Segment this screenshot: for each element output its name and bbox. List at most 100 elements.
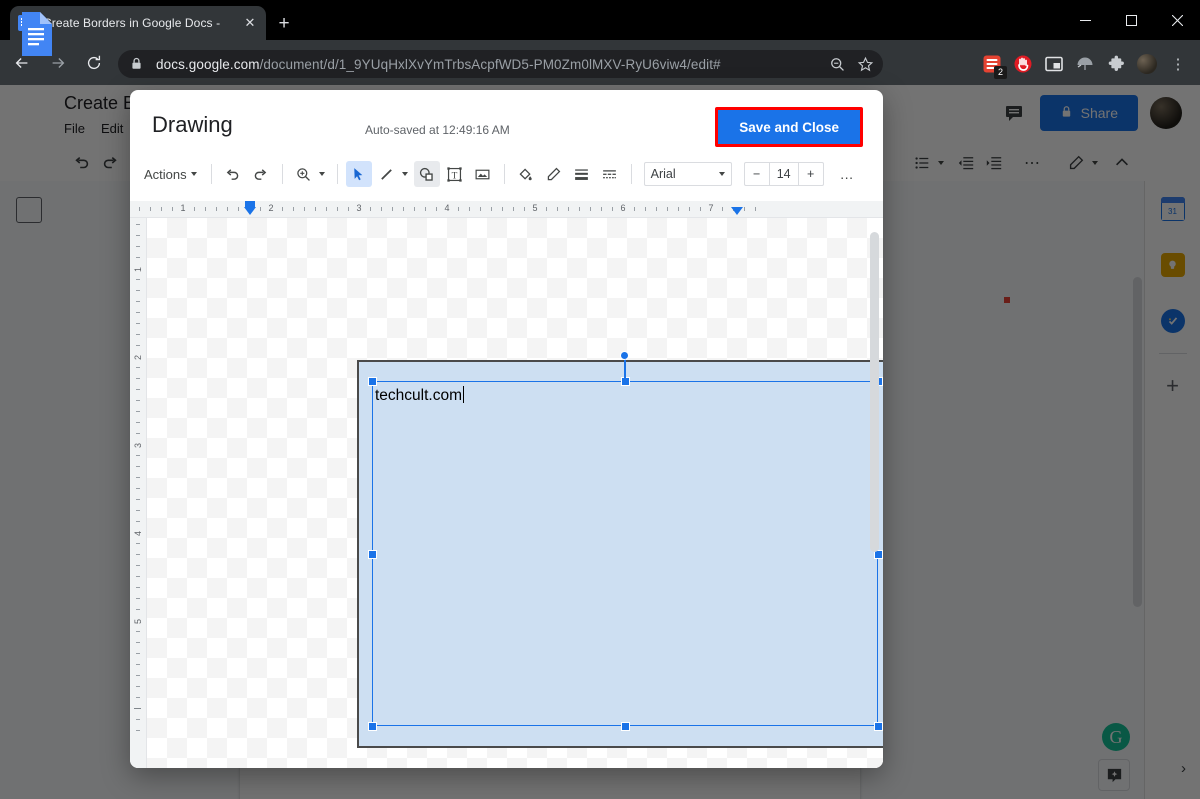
screen: Create B File Edit Share: [0, 0, 1200, 799]
left-indent-marker[interactable]: [244, 207, 256, 215]
svg-text:T: T: [452, 171, 458, 181]
actions-menu[interactable]: Actions: [138, 167, 203, 182]
ruler-label: 5: [133, 619, 143, 624]
chevron-down-icon[interactable]: [402, 172, 408, 176]
ruler-tick: [136, 675, 140, 676]
ruler-tick: [260, 207, 261, 211]
extensions-puzzle-icon[interactable]: [1102, 50, 1130, 78]
ruler-label: 4: [444, 203, 449, 213]
profile-avatar[interactable]: [1133, 50, 1161, 78]
star-icon[interactable]: [851, 50, 879, 78]
resize-handle-top-left[interactable]: [368, 377, 377, 386]
ruler-tick: [136, 246, 140, 247]
ruler-tick: [136, 609, 140, 610]
text-box-icon[interactable]: T: [442, 161, 468, 187]
resize-handle-bottom-left[interactable]: [368, 722, 377, 731]
increase-font-size-button[interactable]: +: [799, 163, 823, 185]
ruler-tick: [381, 207, 382, 211]
extension-bar: 2 ⋮: [978, 50, 1192, 78]
horizontal-ruler[interactable]: 1234567: [130, 201, 883, 218]
ruler-tick: [425, 207, 426, 211]
ruler-tick: [568, 207, 569, 211]
ruler-label: 2: [268, 203, 273, 213]
font-size-value[interactable]: 14: [769, 163, 799, 185]
resize-handle-bottom-center[interactable]: [621, 722, 630, 731]
ruler-tick: [216, 207, 217, 211]
actions-label: Actions: [144, 167, 187, 182]
line-weight-icon[interactable]: [569, 161, 595, 187]
ruler-tick: [601, 207, 602, 211]
url-path: /document/d/1_9YUqHxlXvYmTrbsAcpfWD5-PM0…: [260, 57, 721, 72]
maximize-button[interactable]: [1108, 0, 1154, 40]
todoist-extension[interactable]: 2: [978, 50, 1006, 78]
drawing-canvas[interactable]: techcult.com: [147, 218, 883, 768]
chevron-down-icon[interactable]: [319, 172, 325, 176]
ruler-tick: [139, 207, 140, 211]
ruler-tick: [136, 235, 140, 236]
ruler-tick: [136, 664, 140, 665]
minimize-button[interactable]: [1062, 0, 1108, 40]
picture-in-picture-extension[interactable]: [1040, 50, 1068, 78]
adblock-extension[interactable]: [1009, 50, 1037, 78]
shape-icon[interactable]: [414, 161, 440, 187]
rotation-handle[interactable]: [620, 351, 629, 360]
ruler-tick: [161, 207, 162, 211]
redo-icon[interactable]: [248, 161, 274, 187]
ruler-tick: [136, 466, 140, 467]
right-indent-marker[interactable]: [731, 207, 743, 215]
ruler-label: 7: [708, 203, 713, 213]
ruler-tick: [136, 730, 140, 731]
line-color-icon[interactable]: [541, 161, 567, 187]
close-button[interactable]: [1154, 0, 1200, 40]
vertical-ruler[interactable]: 12345: [130, 218, 147, 768]
resize-handle-middle-left[interactable]: [368, 550, 377, 559]
ruler-tick: [293, 207, 294, 211]
ruler-tick: [282, 207, 283, 211]
ruler-tick: [227, 207, 228, 211]
more-options-icon[interactable]: …: [834, 161, 860, 187]
undo-icon[interactable]: [220, 161, 246, 187]
ruler-tick: [579, 207, 580, 211]
line-dash-icon[interactable]: [597, 161, 623, 187]
selection-frame[interactable]: [372, 381, 878, 726]
reload-button[interactable]: [80, 49, 108, 77]
decrease-font-size-button[interactable]: −: [745, 163, 769, 185]
ruler-label: 6: [620, 203, 625, 213]
weather-extension[interactable]: [1071, 50, 1099, 78]
browser-menu-button[interactable]: ⋮: [1164, 50, 1192, 78]
ruler-tick: [136, 411, 140, 412]
canvas-scrollbar[interactable]: [870, 232, 879, 552]
line-icon[interactable]: [374, 161, 400, 187]
ruler-tick: [136, 719, 140, 720]
font-size-stepper: − 14 +: [744, 162, 824, 186]
ruler-tick: [136, 686, 140, 687]
lock-icon: [130, 57, 144, 71]
ruler-tick: [513, 207, 514, 211]
close-icon[interactable]: ✕: [242, 15, 258, 31]
search-icon[interactable]: [823, 50, 851, 78]
new-tab-button[interactable]: +: [272, 12, 296, 36]
font-family-value: Arial: [651, 167, 676, 181]
zoom-icon[interactable]: [291, 161, 317, 187]
select-icon[interactable]: [346, 161, 372, 187]
ruler-tick: [392, 207, 393, 211]
image-icon[interactable]: [470, 161, 496, 187]
save-and-close-button[interactable]: Save and Close: [718, 110, 860, 144]
address-bar[interactable]: docs.google.com/document/d/1_9YUqHxlXvYm…: [118, 50, 883, 78]
font-family-select[interactable]: Arial: [644, 162, 732, 186]
ruler-tick: [656, 207, 657, 211]
ruler-tick: [370, 207, 371, 211]
ruler-tick: [136, 290, 140, 291]
fill-color-icon[interactable]: [513, 161, 539, 187]
autosave-status: Auto-saved at 12:49:16 AM: [365, 123, 510, 137]
ruler-tick: [502, 207, 503, 211]
ruler-tick: [136, 334, 140, 335]
ruler-tick: [205, 207, 206, 211]
toolbar-divider: [337, 164, 338, 184]
ruler-tick: [136, 554, 140, 555]
ruler-tick: [645, 207, 646, 211]
resize-handle-bottom-right[interactable]: [874, 722, 883, 731]
first-line-indent-marker[interactable]: [245, 201, 255, 208]
ruler-tick: [136, 521, 140, 522]
ruler-label: 1: [180, 203, 185, 213]
